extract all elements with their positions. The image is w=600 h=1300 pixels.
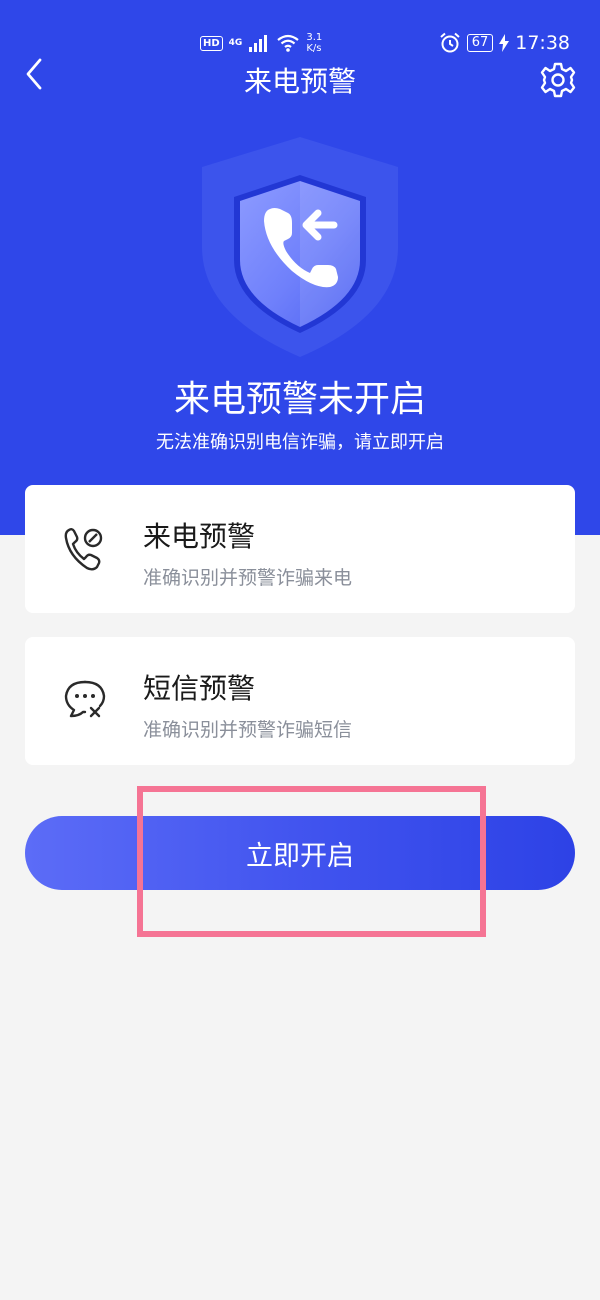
card-title-call: 来电预警 — [143, 520, 256, 553]
message-warning-icon — [64, 680, 106, 718]
card-desc-call: 准确识别并预警诈骗来电 — [143, 567, 353, 589]
status-bar: HD 4G 3.1 K/s 67 17:38 — [0, 28, 600, 62]
battery-level: 67 — [466, 34, 494, 52]
wifi-icon — [277, 34, 300, 52]
clock: 17:38 — [515, 32, 570, 54]
feature-card-call: 来电预警 准确识别并预警诈骗来电 — [25, 485, 575, 613]
shield-illustration — [198, 135, 402, 360]
phone-warning-icon — [64, 528, 103, 571]
signal-icon — [249, 35, 268, 52]
enable-now-button[interactable]: 立即开启 — [25, 816, 575, 890]
speed-value: 3.1 — [306, 32, 323, 43]
shield-incoming-call-icon — [202, 137, 398, 357]
gear-icon — [540, 62, 576, 98]
feature-card-sms: 短信预警 准确识别并预警诈骗短信 — [25, 637, 575, 765]
card-icon-sms — [63, 674, 107, 724]
status-left: HD 4G 3.1 K/s — [200, 32, 322, 54]
hero-subtitle: 无法准确识别电信诈骗，请立即开启 — [156, 432, 444, 453]
speed-unit: K/s — [306, 43, 322, 54]
card-icon-call — [63, 522, 107, 572]
card-desc-sms: 准确识别并预警诈骗短信 — [143, 719, 353, 741]
card-title-sms: 短信预警 — [143, 672, 256, 705]
network-type: 4G — [228, 37, 243, 48]
charging-icon — [499, 34, 510, 52]
hd-badge: HD — [200, 35, 223, 51]
status-right: 67 17:38 — [439, 32, 570, 54]
page-title: 来电预警 — [243, 65, 356, 98]
alarm-icon — [440, 32, 460, 53]
hero-title: 来电预警未开启 — [173, 379, 426, 420]
settings-button[interactable] — [538, 60, 578, 100]
network-speed: 3.1 K/s — [306, 32, 322, 54]
